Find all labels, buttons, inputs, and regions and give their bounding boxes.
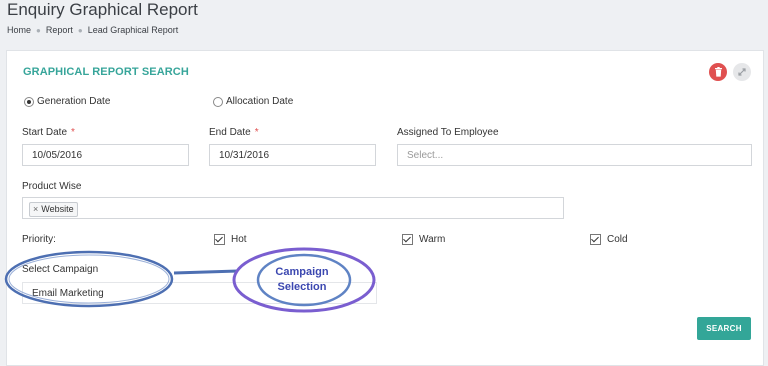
annotation-overlay [4, 247, 376, 313]
campaign-highlight-ellipse [4, 250, 174, 308]
campaign-highlight-ellipse-inner [8, 254, 170, 304]
callout-connector [173, 269, 239, 275]
campaign-selection-callout: Campaign Selection [262, 265, 342, 295]
callout-line: Selection [277, 281, 327, 293]
callout-line: Campaign [275, 266, 329, 278]
